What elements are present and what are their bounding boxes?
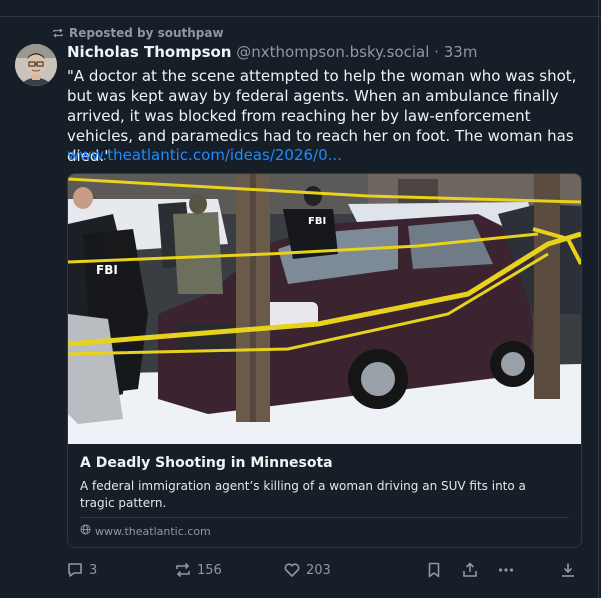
reply-icon <box>66 561 84 579</box>
like-button[interactable]: 203 <box>283 558 331 582</box>
repost-label: Reposted by southpaw <box>69 26 224 40</box>
share-button[interactable] <box>461 558 479 582</box>
repost-indicator[interactable]: Reposted by southpaw <box>52 24 224 42</box>
repost-count: 156 <box>197 562 222 578</box>
share-icon <box>461 561 479 579</box>
card-description: A federal immigration agent’s killing of… <box>80 479 526 510</box>
card-title: A Deadly Shooting in Minnesota <box>80 455 333 471</box>
feed-border <box>598 0 599 598</box>
author-handle[interactable]: @nxthompson.bsky.social <box>236 43 429 61</box>
repost-button[interactable]: 156 <box>174 558 222 582</box>
bookmark-icon <box>425 561 443 579</box>
post-header: Nicholas Thompson @nxthompson.bsky.socia… <box>67 43 477 61</box>
bookmark-button[interactable] <box>425 558 443 582</box>
post-time[interactable]: 33m <box>444 43 478 61</box>
separator: · <box>434 43 439 61</box>
avatar[interactable] <box>15 44 57 86</box>
more-icon <box>497 561 515 579</box>
author-name[interactable]: Nicholas Thompson <box>67 43 231 61</box>
card-domain: www.theatlantic.com <box>80 524 211 538</box>
card-image: FBI FBI <box>68 174 581 444</box>
download-icon <box>559 561 577 579</box>
post-actions: 3 156 203 <box>0 558 601 582</box>
link-card[interactable]: FBI FBI A Deadly Shooting in Minnesota A… <box>67 173 582 548</box>
repost-icon <box>174 561 192 579</box>
heart-icon <box>283 561 301 579</box>
card-divider <box>80 517 569 518</box>
globe-icon <box>80 524 91 538</box>
like-count: 203 <box>306 562 331 578</box>
fbi-label-left: FBI <box>96 263 118 277</box>
fbi-label-center: FBI <box>308 216 326 227</box>
post-link[interactable]: www.theatlantic.com/ideas/2026/0... <box>67 146 342 164</box>
reply-count: 3 <box>89 562 98 578</box>
repost-icon <box>52 27 64 39</box>
card-domain-text: www.theatlantic.com <box>95 524 211 538</box>
reply-button[interactable]: 3 <box>66 558 97 582</box>
more-options-button[interactable] <box>497 558 515 582</box>
download-button[interactable] <box>559 558 577 582</box>
previous-post-edge <box>0 0 601 17</box>
